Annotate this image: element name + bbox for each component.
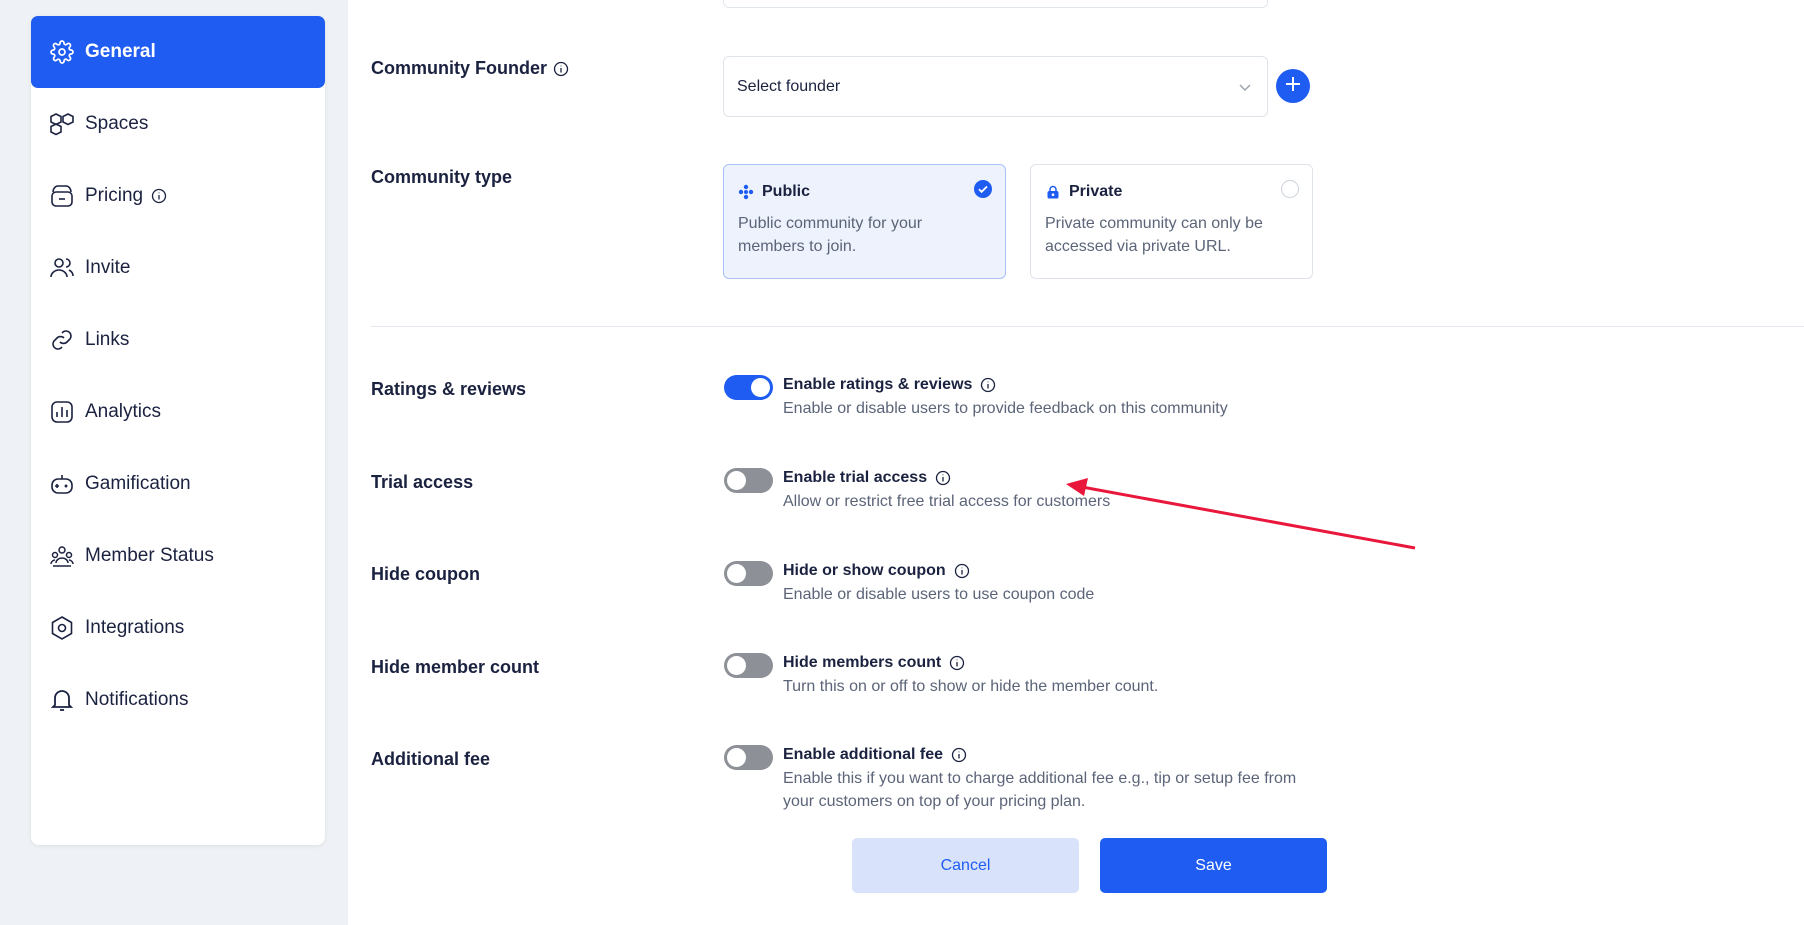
toggle-knob (727, 656, 746, 675)
trial-access-label: Trial access (371, 472, 474, 492)
hide-member-count-title: Hide members count (783, 654, 965, 672)
ratings-reviews-title-text: Enable ratings & reviews (783, 376, 973, 393)
ratings-reviews-title: Enable ratings & reviews (783, 376, 996, 394)
general-settings-panel: Community Founder Select founder Communi… (348, 0, 1804, 925)
lock-icon (1045, 184, 1061, 200)
toggle-knob (727, 748, 746, 767)
hexagon-icon (49, 615, 75, 641)
add-founder-button[interactable] (1276, 69, 1310, 103)
sidebar-item-links[interactable]: Links (31, 304, 325, 376)
link-icon (49, 327, 75, 353)
public-icon (738, 184, 754, 200)
hide-coupon-toggle[interactable] (724, 561, 773, 586)
cancel-button[interactable]: Cancel (852, 838, 1079, 893)
radio-empty-icon (1280, 179, 1300, 204)
members-icon (49, 543, 75, 569)
public-description: Public community for your members to joi… (738, 215, 923, 255)
trial-access-description: Allow or restrict free trial access for … (783, 493, 1111, 510)
community-type-public-card[interactable]: Public Public community for your members… (723, 164, 1006, 279)
info-icon[interactable] (151, 188, 167, 204)
settings-sidebar: General Spaces Pricing Invite Links Anal… (31, 16, 325, 845)
private-description: Private community can only be accessed v… (1045, 215, 1263, 255)
additional-fee-title: Enable additional fee (783, 746, 967, 764)
sidebar-item-label: Pricing (85, 185, 144, 206)
ratings-reviews-toggle[interactable] (724, 375, 773, 400)
sidebar-item-label: General (85, 41, 156, 62)
toggle-knob (727, 471, 746, 490)
save-button[interactable]: Save (1100, 838, 1327, 893)
private-title: Private (1045, 183, 1298, 201)
hide-coupon-description: Enable or disable users to use coupon co… (783, 586, 1095, 603)
trial-access-toggle[interactable] (724, 468, 773, 493)
ratings-reviews-label: Ratings & reviews (371, 379, 527, 399)
wallet-icon (49, 183, 75, 209)
sidebar-item-member-status[interactable]: Member Status (31, 520, 325, 592)
info-icon[interactable] (951, 747, 967, 763)
sidebar-item-analytics[interactable]: Analytics (31, 376, 325, 448)
info-icon[interactable] (954, 563, 970, 579)
cubes-icon (49, 111, 75, 137)
info-icon[interactable] (980, 377, 996, 393)
ratings-reviews-description: Enable or disable users to provide feedb… (783, 400, 1228, 417)
gamepad-icon (49, 471, 75, 497)
previous-input-field[interactable] (723, 0, 1268, 8)
hide-member-count-title-text: Hide members count (783, 654, 942, 671)
additional-fee-toggle[interactable] (724, 745, 773, 770)
public-title: Public (738, 183, 991, 201)
sidebar-item-integrations[interactable]: Integrations (31, 592, 325, 664)
trial-access-title-text: Enable trial access (783, 469, 928, 486)
info-icon[interactable] (553, 61, 569, 77)
sidebar-item-label: Invite (85, 257, 131, 278)
info-icon[interactable] (935, 470, 951, 486)
community-type-private-card[interactable]: Private Private community can only be ac… (1030, 164, 1313, 279)
toggle-knob (727, 564, 746, 583)
community-founder-label: Community Founder (371, 58, 569, 79)
sidebar-item-label: Integrations (85, 617, 185, 638)
sidebar-item-label: Gamification (85, 473, 191, 494)
sidebar-item-label: Notifications (85, 689, 189, 710)
plus-icon (1283, 74, 1303, 99)
founder-select[interactable]: Select founder (723, 56, 1268, 117)
info-icon[interactable] (949, 655, 965, 671)
private-title-text: Private (1069, 183, 1123, 200)
sidebar-item-gamification[interactable]: Gamification (31, 448, 325, 520)
hide-coupon-title: Hide or show coupon (783, 562, 970, 580)
public-title-text: Public (762, 183, 811, 200)
toggle-knob (751, 378, 770, 397)
hide-coupon-title-text: Hide or show coupon (783, 562, 946, 579)
additional-fee-title-text: Enable additional fee (783, 746, 944, 763)
hide-member-count-description: Turn this on or off to show or hide the … (783, 678, 1159, 695)
sidebar-item-general[interactable]: General (31, 16, 325, 88)
community-founder-text: Community Founder (371, 58, 547, 78)
sidebar-item-label: Member Status (85, 545, 214, 566)
sidebar-item-notifications[interactable]: Notifications (31, 664, 325, 736)
gear-icon (49, 39, 75, 65)
additional-fee-description: Enable this if you want to charge additi… (783, 770, 1297, 810)
analytics-icon (49, 399, 75, 425)
hide-member-count-toggle[interactable] (724, 653, 773, 678)
sidebar-item-label: Spaces (85, 113, 149, 134)
community-type-label: Community type (371, 167, 513, 187)
check-circle-icon (973, 179, 993, 204)
sidebar-item-spaces[interactable]: Spaces (31, 88, 325, 160)
users-icon (49, 255, 75, 281)
trial-access-title: Enable trial access (783, 469, 951, 487)
sidebar-item-pricing[interactable]: Pricing (31, 160, 325, 232)
sidebar-item-invite[interactable]: Invite (31, 232, 325, 304)
sidebar-item-label: Analytics (85, 401, 162, 422)
chevron-down-icon (1237, 79, 1253, 100)
hide-coupon-label: Hide coupon (371, 564, 480, 584)
bell-icon (49, 687, 75, 713)
founder-select-placeholder: Select founder (737, 77, 841, 95)
sidebar-item-label: Links (85, 329, 130, 350)
additional-fee-label: Additional fee (371, 749, 491, 769)
section-divider (371, 326, 1804, 327)
hide-member-count-label: Hide member count (371, 657, 540, 677)
